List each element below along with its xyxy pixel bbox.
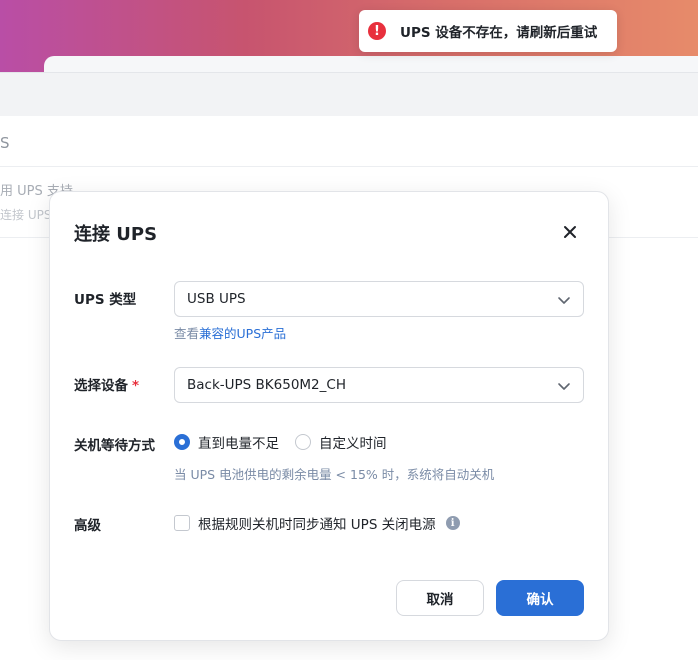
toast-message: UPS 设备不存在，请刷新后重试 (400, 25, 598, 41)
error-icon: ! (368, 22, 386, 40)
radio-low-battery[interactable]: 直到电量不足 (174, 432, 279, 452)
ups-type-value: USB UPS (187, 291, 246, 307)
close-button[interactable] (558, 220, 582, 244)
device-value: Back-UPS BK650M2_CH (187, 377, 346, 393)
app-toolbar (0, 72, 698, 116)
ups-type-label: UPS 类型 (74, 292, 137, 308)
cancel-button[interactable]: 取消 (396, 580, 484, 616)
confirm-button[interactable]: 确认 (496, 580, 584, 616)
section-title: S (0, 134, 10, 152)
radio-button[interactable] (295, 434, 311, 450)
advanced-label: 高级 (74, 518, 101, 534)
notify-ups-option: 根据规则关机时同步通知 UPS 关闭电源 i (174, 513, 460, 533)
radio-label: 直到电量不足 (198, 436, 279, 452)
compat-ups-link[interactable]: 兼容的UPS产品 (199, 326, 286, 341)
notify-ups-label: 根据规则关机时同步通知 UPS 关闭电源 (198, 517, 436, 533)
shutdown-mode-radio-group: 直到电量不足 自定义时间 (174, 432, 403, 452)
chevron-down-icon (558, 383, 570, 390)
close-icon (564, 226, 576, 238)
required-mark: * (132, 378, 140, 394)
enable-ups-sub: 连接 UPS (0, 208, 52, 222)
info-icon[interactable]: i (445, 516, 460, 530)
shutdown-mode-label: 关机等待方式 (74, 438, 155, 454)
chevron-down-icon (558, 297, 570, 304)
dialog-title: 连接 UPS (74, 224, 158, 245)
compat-link-prefix: 查看 (174, 326, 200, 341)
connect-ups-dialog: 连接 UPS UPS 类型 USB UPS 查看兼容的UPS产品 选择设备 * B… (49, 191, 609, 641)
radio-custom-time[interactable]: 自定义时间 (295, 432, 387, 452)
divider (0, 166, 698, 167)
notify-ups-checkbox[interactable] (174, 515, 190, 531)
ups-type-select[interactable]: USB UPS (174, 281, 584, 317)
error-toast: ! UPS 设备不存在，请刷新后重试 (359, 10, 617, 52)
device-select[interactable]: Back-UPS BK650M2_CH (174, 367, 584, 403)
device-label: 选择设备 * (74, 374, 139, 394)
device-label-text: 选择设备 (74, 378, 128, 394)
compat-link-line: 查看兼容的UPS产品 (174, 323, 286, 342)
shutdown-hint: 当 UPS 电池供电的剩余电量 < 15% 时，系统将自动关机 (174, 467, 495, 482)
radio-button-checked[interactable] (174, 434, 190, 450)
radio-label: 自定义时间 (319, 436, 387, 452)
